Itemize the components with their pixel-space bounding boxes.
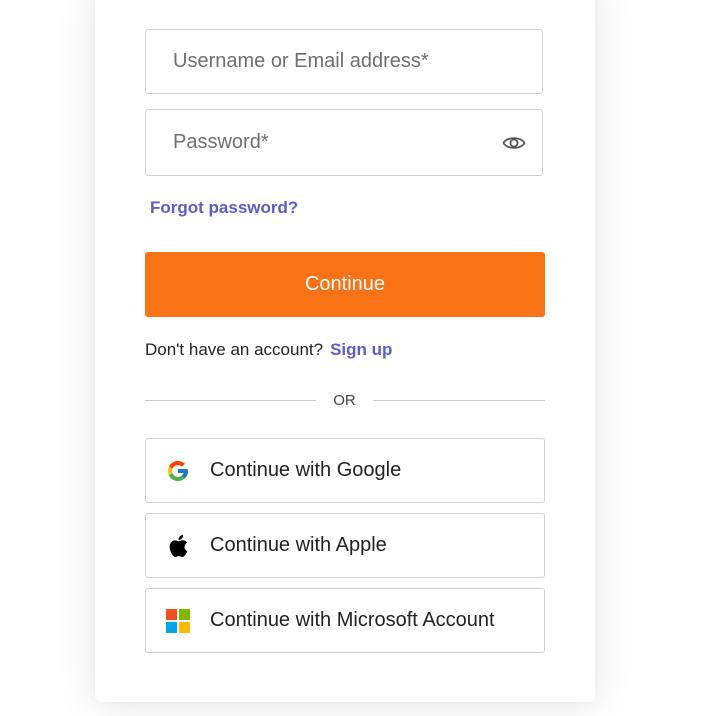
username-input[interactable] [146, 30, 542, 93]
apple-icon [166, 534, 190, 558]
signup-prompt: Don't have an account? Sign up [145, 340, 392, 360]
or-divider: OR [145, 391, 545, 411]
microsoft-icon [166, 608, 190, 633]
microsoft-signin-label: Continue with Microsoft Account [210, 609, 495, 631]
microsoft-signin-button[interactable]: Continue with Microsoft Account [145, 588, 545, 653]
apple-signin-label: Continue with Apple [210, 534, 387, 556]
signup-link[interactable]: Sign up [330, 340, 392, 359]
divider-line-left [145, 400, 316, 401]
google-signin-label: Continue with Google [210, 459, 402, 481]
google-icon [166, 459, 190, 483]
continue-button[interactable]: Continue [145, 252, 545, 317]
apple-signin-button[interactable]: Continue with Apple [145, 513, 545, 578]
login-page: Forgot password? Continue Don't have an … [0, 0, 706, 716]
google-signin-button[interactable]: Continue with Google [145, 438, 545, 503]
or-text: OR [333, 392, 356, 409]
eye-icon[interactable] [502, 134, 526, 152]
password-field[interactable] [145, 109, 543, 176]
forgot-password-link[interactable]: Forgot password? [150, 198, 298, 218]
no-account-text: Don't have an account? [145, 340, 324, 359]
divider-line-right [373, 400, 545, 401]
password-input[interactable] [146, 110, 542, 175]
username-field[interactable] [145, 29, 543, 94]
